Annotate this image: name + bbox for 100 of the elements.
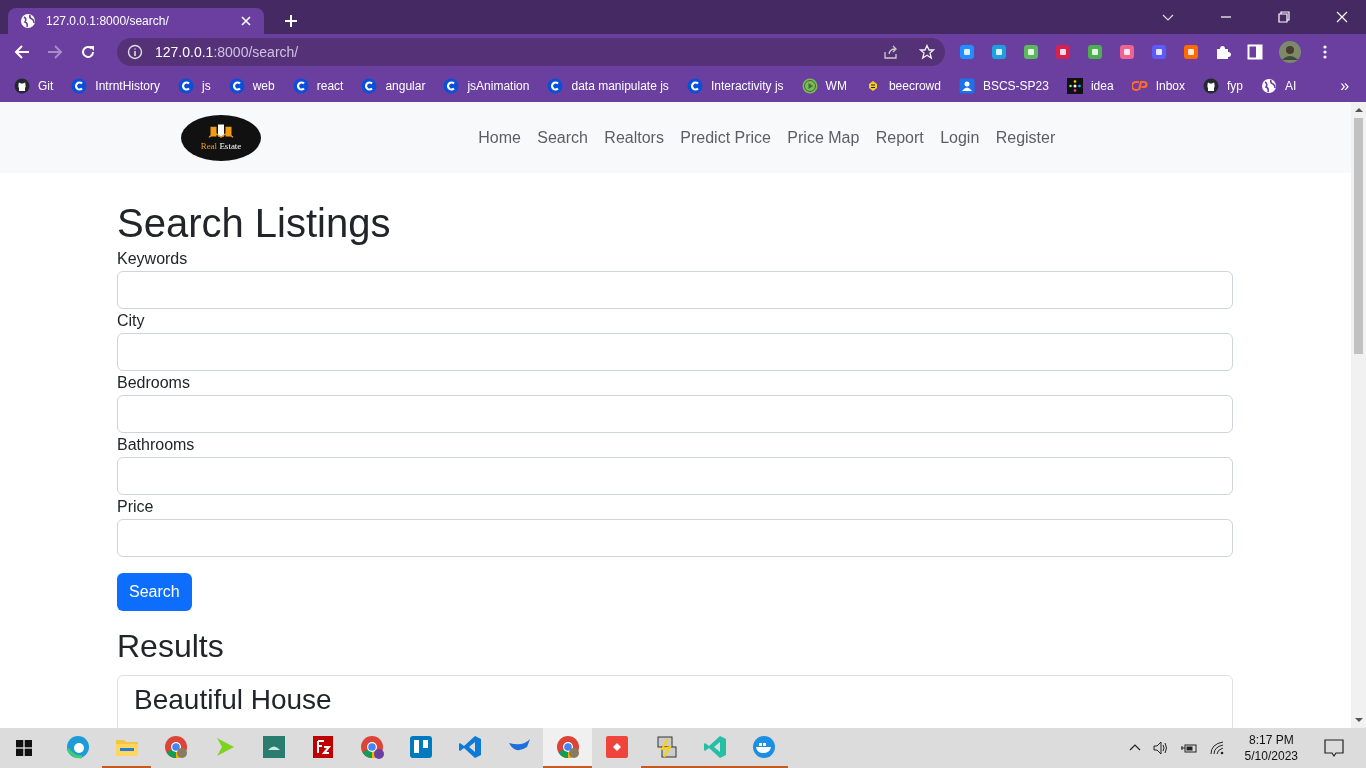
star-icon[interactable]	[919, 44, 935, 60]
bookmark[interactable]: react	[292, 78, 344, 94]
field-label: Price	[117, 497, 154, 517]
clock[interactable]: 8:17 PM 5/10/2023	[1244, 731, 1298, 765]
extension-icon[interactable]	[1023, 44, 1039, 60]
field-label: Bathrooms	[117, 435, 195, 455]
extension-icon[interactable]	[1151, 44, 1167, 60]
field-label: Bedrooms	[117, 373, 190, 393]
c-icon	[178, 78, 195, 94]
tab-title: 127.0.0.1:8000/search/	[46, 14, 170, 28]
field-label: Keywords	[117, 249, 188, 269]
bookmark[interactable]: IntrntHistory	[71, 78, 161, 94]
bookmark[interactable]: Interactivity js	[686, 78, 784, 94]
nav-link[interactable]: Register	[987, 128, 1064, 147]
c-icon	[292, 78, 309, 94]
forward-icon[interactable]	[47, 44, 63, 60]
play-icon	[801, 78, 818, 94]
app-icon	[408, 735, 433, 759]
scroll-thumb[interactable]	[1354, 118, 1363, 354]
bookmark[interactable]: jsAnimation	[443, 78, 530, 94]
logo[interactable]: Real Estate	[181, 114, 261, 161]
nav-link[interactable]: Predict Price	[672, 128, 780, 147]
input-field[interactable]	[117, 395, 1233, 433]
bookmark-label: react	[316, 79, 344, 93]
bookmark[interactable]: AI	[1261, 78, 1297, 94]
address-bar[interactable]: 127.0.0.1:8000/search/	[117, 38, 945, 66]
c-icon	[228, 78, 245, 94]
nav-link[interactable]: Search	[529, 128, 597, 147]
puzzle-icon[interactable]	[1215, 44, 1231, 60]
bookmark[interactable]: Git	[14, 78, 54, 94]
bookmark-label: web	[252, 79, 275, 93]
bookmark-label: js	[202, 79, 211, 93]
bookmark[interactable]: beecrowd	[864, 78, 941, 94]
app-icon	[163, 735, 188, 759]
notification-icon[interactable]	[1324, 738, 1344, 758]
info-icon	[127, 44, 143, 60]
browser-tab[interactable]: 127.0.0.1:8000/search/	[8, 8, 264, 34]
c-icon	[71, 78, 88, 94]
nav-link[interactable]: Price Map	[779, 128, 868, 147]
speaker-icon[interactable]	[1152, 740, 1169, 756]
url-text: 127.0.0.1:8000/search/	[155, 44, 299, 60]
bookmark-label: AI	[1285, 79, 1297, 93]
buildings-icon	[206, 124, 236, 140]
scroll-down-icon[interactable]	[1354, 717, 1363, 723]
bookmark[interactable]: Inbox	[1131, 78, 1185, 94]
search-button[interactable]: Search	[117, 573, 192, 611]
taskbar-app[interactable]	[543, 728, 592, 768]
page-title: Search Listings	[117, 200, 391, 247]
close-icon[interactable]	[240, 15, 252, 27]
bookmark-label: fyp	[1227, 79, 1243, 93]
share-icon[interactable]	[883, 44, 899, 60]
bookmark-label: beecrowd	[888, 79, 941, 93]
extension-icon[interactable]	[1055, 44, 1071, 60]
windows-icon[interactable]	[16, 740, 32, 756]
avatar-icon[interactable]	[1279, 41, 1301, 63]
extension-icon[interactable]	[1183, 44, 1199, 60]
nav-link[interactable]: Realtors	[596, 128, 673, 147]
reload-icon[interactable]	[80, 44, 96, 60]
extension-icon[interactable]	[1087, 44, 1103, 60]
bookmark[interactable]: WM	[801, 78, 847, 94]
close-icon[interactable]	[1336, 11, 1348, 23]
globe-icon	[1261, 78, 1277, 94]
bookmark-label: BSCS-SP23	[982, 79, 1049, 93]
scrollbar[interactable]	[1351, 102, 1366, 728]
restore-icon[interactable]	[1278, 11, 1290, 23]
field-label: City	[117, 311, 145, 331]
wifi-icon[interactable]	[1208, 740, 1225, 756]
scroll-up-icon[interactable]	[1354, 107, 1363, 113]
time-text: 8:17 PM	[1248, 731, 1294, 748]
bookmark[interactable]: BSCS-SP23	[958, 78, 1049, 94]
section-title: Results	[117, 627, 224, 666]
bookmark[interactable]: js	[178, 78, 211, 94]
bookmark-label: Inbox	[1155, 79, 1185, 93]
bookmark[interactable]: fyp	[1203, 78, 1243, 94]
c-icon	[686, 78, 703, 94]
github-icon	[1203, 78, 1219, 94]
bookmark[interactable]: data manipulate js	[547, 78, 669, 94]
input-field[interactable]	[117, 333, 1233, 371]
input-field[interactable]	[117, 457, 1233, 495]
new-tab-icon[interactable]	[284, 14, 298, 28]
input-field[interactable]	[117, 271, 1233, 309]
side-panel-icon[interactable]	[1247, 44, 1263, 60]
extension-icon[interactable]	[991, 44, 1007, 60]
nav-link[interactable]: Home	[470, 128, 530, 147]
extension-icon[interactable]	[959, 44, 975, 60]
bookmark-label: jsAnimation	[467, 79, 530, 93]
back-icon[interactable]	[14, 44, 30, 60]
more-bookmarks-button[interactable]: »	[1332, 77, 1358, 95]
app-icon	[555, 735, 580, 759]
nav-link[interactable]: Login	[932, 128, 988, 147]
cpanel-icon	[1131, 78, 1148, 94]
input-field[interactable]	[117, 519, 1233, 557]
extension-icon[interactable]	[1119, 44, 1135, 60]
nav-link[interactable]: Report	[867, 128, 932, 147]
bookmark[interactable]: web	[228, 78, 275, 94]
bookmark[interactable]: angular	[361, 78, 426, 94]
c-icon	[361, 78, 378, 94]
c-icon	[443, 78, 460, 94]
bookmark[interactable]: idea	[1066, 78, 1114, 94]
app-icon	[751, 735, 776, 759]
